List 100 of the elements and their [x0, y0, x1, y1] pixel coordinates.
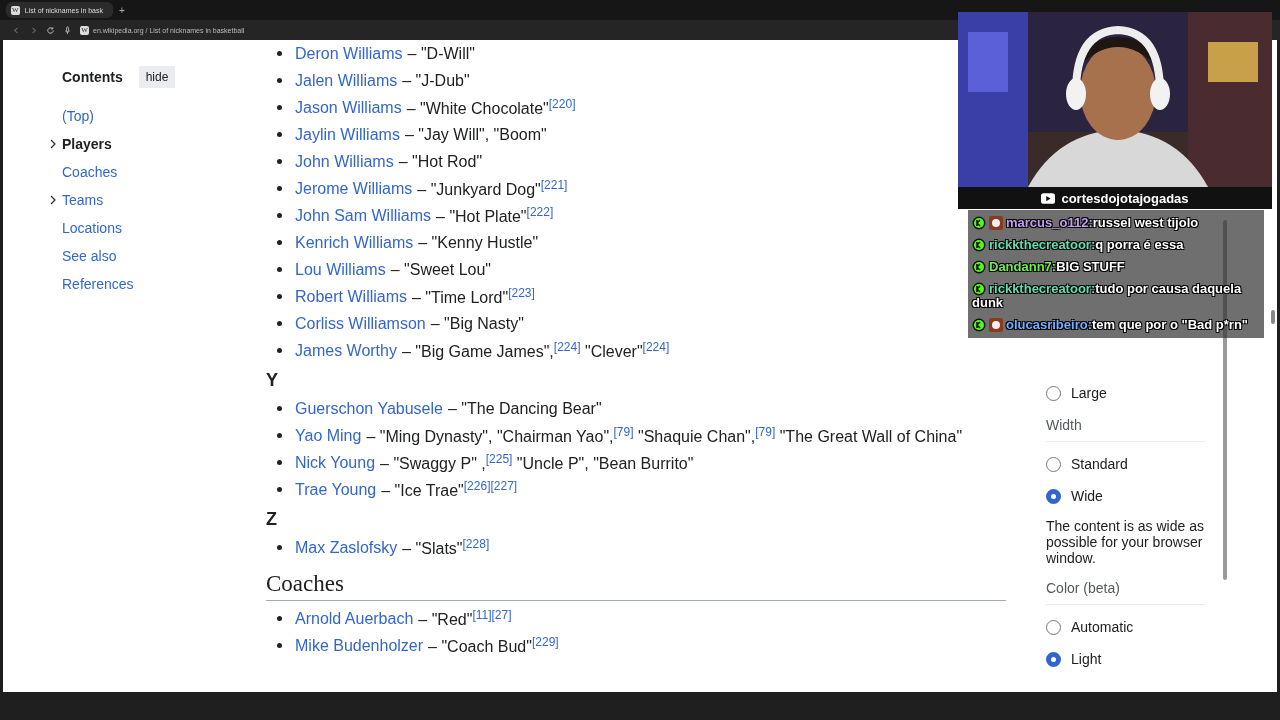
bullet [277, 348, 282, 353]
chevron-icon[interactable] [48, 139, 58, 149]
option-label: Wide [1071, 488, 1103, 504]
badge-icon [972, 282, 986, 296]
page-scrollbar[interactable] [1271, 310, 1275, 324]
player-link[interactable]: James Worthy [295, 341, 397, 360]
bullet [277, 643, 282, 648]
radio-button[interactable] [1046, 488, 1061, 504]
player-link[interactable]: Robert Williams [295, 287, 407, 306]
radio-option[interactable]: Wide [1046, 480, 1206, 512]
option-label: Automatic [1071, 619, 1134, 635]
bullet [277, 240, 282, 245]
badge-icon [972, 260, 986, 274]
contents-title: Contents [62, 69, 123, 85]
player-link[interactable]: Jalen Williams [295, 71, 398, 90]
bullet [277, 616, 282, 621]
toc-item[interactable]: Teams [62, 192, 104, 208]
bullet [277, 406, 282, 411]
player-link[interactable]: Trae Young [295, 480, 377, 499]
badge-icon [972, 238, 986, 252]
option-label: Light [1071, 651, 1102, 667]
badge-icon [972, 318, 986, 332]
player-link[interactable]: John Sam Williams [295, 206, 432, 225]
channel-name: cortesdojotajogadas [1061, 190, 1189, 206]
chat-message: rickkthecreatoor:tudo por causa daquela dunk [971, 280, 1243, 312]
player-link[interactable]: Jaylin Williams [295, 125, 400, 144]
nickname-text: – "Red"$^{[11][27]}$ [418, 607, 512, 630]
toc-item[interactable]: Locations [62, 220, 122, 236]
bullet [277, 51, 282, 56]
player-link[interactable]: Guerschon Yabusele [295, 399, 443, 418]
chat-message: rickkthecreatoor:q porra é essa [970, 234, 1262, 256]
player-link[interactable]: Yao Ming [295, 426, 362, 445]
player-link[interactable]: Jason Williams [295, 98, 402, 117]
microphone-icon[interactable] [63, 25, 72, 35]
player-link[interactable]: Kenrich Williams [295, 233, 414, 252]
play-icon [1041, 192, 1056, 204]
radio-button[interactable] [1046, 651, 1061, 667]
bullet [277, 294, 282, 299]
reload-icon[interactable] [46, 25, 55, 35]
bullet [277, 105, 282, 110]
bullet [277, 213, 282, 218]
nickname-text: – "Junkyard Dog"$^{[221]}$ [417, 177, 568, 200]
nickname-text: – "Coach Bud"$^{[229]}$ [428, 634, 559, 657]
chat-message: Dandann7:BIG STUFF [970, 256, 1262, 278]
nickname-text: – "D-Will" [407, 44, 475, 63]
chevron-icon[interactable] [48, 195, 58, 205]
nickname-text: – "The Dancing Bear" [447, 399, 602, 418]
player-link[interactable]: Jerome Williams [295, 179, 413, 198]
bullet [277, 132, 282, 137]
hide-button[interactable]: hide [138, 66, 176, 88]
nickname-text: – "Ice Trae"$^{[226][227]}$ [381, 478, 518, 501]
badge-icon [972, 216, 986, 230]
nickname-text: – "Big Game James",$^{[224]}$ "Clever"$^{[224]}$ [401, 339, 670, 362]
nickname-text: – "Time Lord"$^{[223]}$ [412, 285, 535, 308]
bullet [277, 267, 282, 272]
section-heading: Coaches [266, 561, 1006, 601]
letter-heading: Y [266, 369, 279, 392]
nickname-text: – "Sweet Lou" [390, 260, 491, 279]
bullet [277, 487, 282, 492]
bullet [277, 186, 282, 191]
player-link[interactable]: Deron Williams [295, 44, 403, 63]
bullet [277, 78, 282, 83]
new-tab-button[interactable]: + [119, 4, 125, 16]
option-label: Standard [1071, 456, 1128, 472]
toc-item[interactable]: (Top) [62, 108, 94, 124]
player-link[interactable]: Max Zaslofsky [295, 538, 398, 557]
bullet [277, 159, 282, 164]
nickname-text: – "Slats"$^{[228]}$ [402, 536, 490, 559]
nickname-text: – "Jay Will", "Boom" [404, 125, 547, 144]
bullet [277, 433, 282, 438]
forward-icon[interactable] [29, 25, 38, 35]
nickname-text: – "White Chocolate"$^{[220]}$ [406, 96, 576, 119]
nickname-text: – "Hot Rod" [398, 152, 483, 171]
toc-item[interactable]: See also [62, 248, 117, 264]
nickname-text: – "Swaggy P" ,$^{[225]}$ "Uncle P", "Bean Burrito" [380, 451, 694, 474]
nickname-text: – "Big Nasty" [430, 314, 524, 333]
nickname-text: – "Ming Dynasty", "Chairman Yao",$^{[79]}$ "Shaquie Chan",$^{[79]}$ "The Great Wall of China" [366, 424, 963, 447]
player-link[interactable]: Corliss Williamson [295, 314, 426, 333]
bullet [277, 545, 282, 550]
player-link[interactable]: John Williams [295, 152, 394, 171]
radio-option[interactable]: Light [1046, 643, 1206, 675]
radio-option[interactable]: Large [1046, 377, 1206, 409]
option-label: Large [1071, 385, 1107, 401]
bullet [277, 321, 282, 326]
radio-option[interactable]: Automatic [1046, 611, 1206, 643]
nickname-text: – "Kenny Hustle" [418, 233, 539, 252]
player-link[interactable]: Lou Williams [295, 260, 386, 279]
player-link[interactable]: Nick Young [295, 453, 376, 472]
toc-item[interactable]: Players [62, 136, 112, 152]
chat-message: marcus_o112:russel west tijolo [970, 212, 1262, 234]
nickname-text: – "Hot Plate"$^{[222]}$ [436, 204, 554, 227]
radio-option[interactable]: Standard [1046, 448, 1206, 480]
letter-heading: Z [266, 508, 278, 531]
toc-item[interactable]: References [62, 276, 134, 292]
chat-message: olucasribeiro:tem que por o "Bad p*rn" [970, 314, 1262, 336]
player-link[interactable]: Mike Budenholzer [295, 636, 424, 655]
back-icon[interactable] [12, 25, 21, 35]
toc-item[interactable]: Coaches [62, 164, 118, 180]
nickname-text: – "J-Dub" [402, 71, 470, 90]
player-link[interactable]: Arnold Auerbach [295, 609, 414, 628]
